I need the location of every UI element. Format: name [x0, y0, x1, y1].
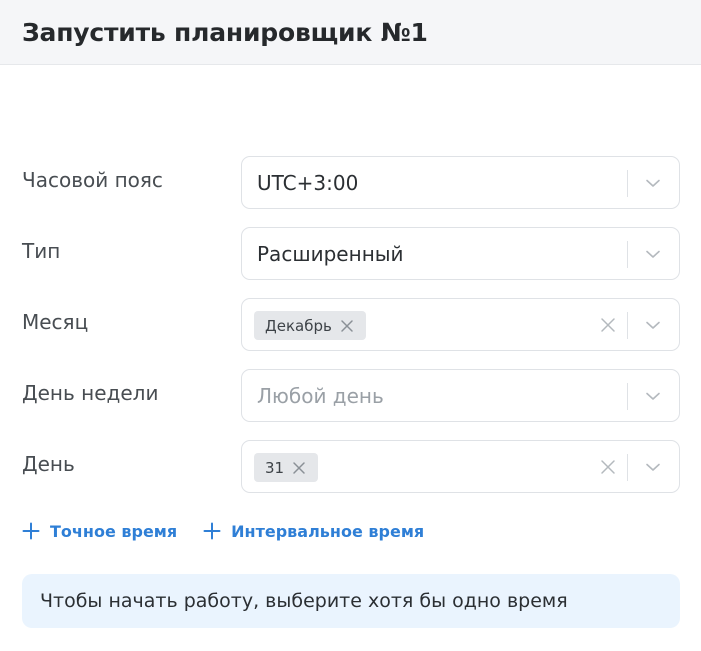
chevron-down-icon[interactable] — [644, 316, 662, 334]
month-row: Месяц Декабрь — [0, 298, 701, 351]
clear-icon[interactable] — [600, 459, 616, 475]
timezone-value: UTC+3:00 — [257, 171, 359, 195]
info-notice-text: Чтобы начать работу, выберите хотя бы од… — [40, 590, 568, 612]
day-label: День — [22, 452, 75, 476]
clear-icon[interactable] — [600, 317, 616, 333]
chevron-down-icon[interactable] — [644, 458, 662, 476]
add-interval-time-label: Интервальное время — [231, 521, 425, 541]
add-interval-time-button[interactable]: Интервальное время — [203, 522, 424, 541]
dialog-header: Запустить планировщик №1 — [0, 0, 701, 65]
type-row: Тип Расширенный — [0, 227, 701, 280]
chevron-down-icon[interactable] — [644, 174, 662, 192]
month-tag: Декабрь — [254, 311, 366, 340]
day-tag-text: 31 — [265, 458, 285, 477]
remove-tag-icon[interactable] — [340, 319, 354, 333]
select-separator — [627, 170, 628, 197]
add-exact-time-button[interactable]: Точное время — [22, 522, 177, 541]
timezone-row: Часовой пояс UTC+3:00 — [0, 156, 701, 209]
month-select[interactable]: Декабрь — [241, 298, 680, 351]
plus-icon — [22, 522, 40, 540]
type-value: Расширенный — [257, 242, 404, 266]
time-actions: Точное время Интервальное время — [22, 519, 424, 543]
day-select[interactable]: 31 — [241, 440, 680, 493]
type-label: Тип — [22, 239, 61, 263]
day-row: День 31 — [0, 440, 701, 493]
weekday-label: День недели — [22, 381, 159, 405]
info-notice: Чтобы начать работу, выберите хотя бы од… — [22, 574, 680, 628]
select-separator — [627, 241, 628, 268]
timezone-select[interactable]: UTC+3:00 — [241, 156, 680, 209]
month-label: Месяц — [22, 310, 89, 334]
type-select[interactable]: Расширенный — [241, 227, 680, 280]
weekday-select[interactable]: Любой день — [241, 369, 680, 422]
chevron-down-icon[interactable] — [644, 245, 662, 263]
timezone-label: Часовой пояс — [22, 168, 163, 192]
remove-tag-icon[interactable] — [292, 461, 306, 475]
plus-icon — [203, 522, 221, 540]
chevron-down-icon[interactable] — [644, 387, 662, 405]
select-separator — [627, 383, 628, 410]
weekday-row: День недели Любой день — [0, 369, 701, 422]
day-tag: 31 — [254, 453, 319, 482]
month-tag-text: Декабрь — [265, 316, 332, 335]
add-exact-time-label: Точное время — [50, 521, 178, 541]
weekday-placeholder: Любой день — [257, 384, 384, 408]
select-separator — [627, 312, 628, 339]
select-separator — [627, 454, 628, 481]
page-title: Запустить планировщик №1 — [22, 17, 428, 47]
